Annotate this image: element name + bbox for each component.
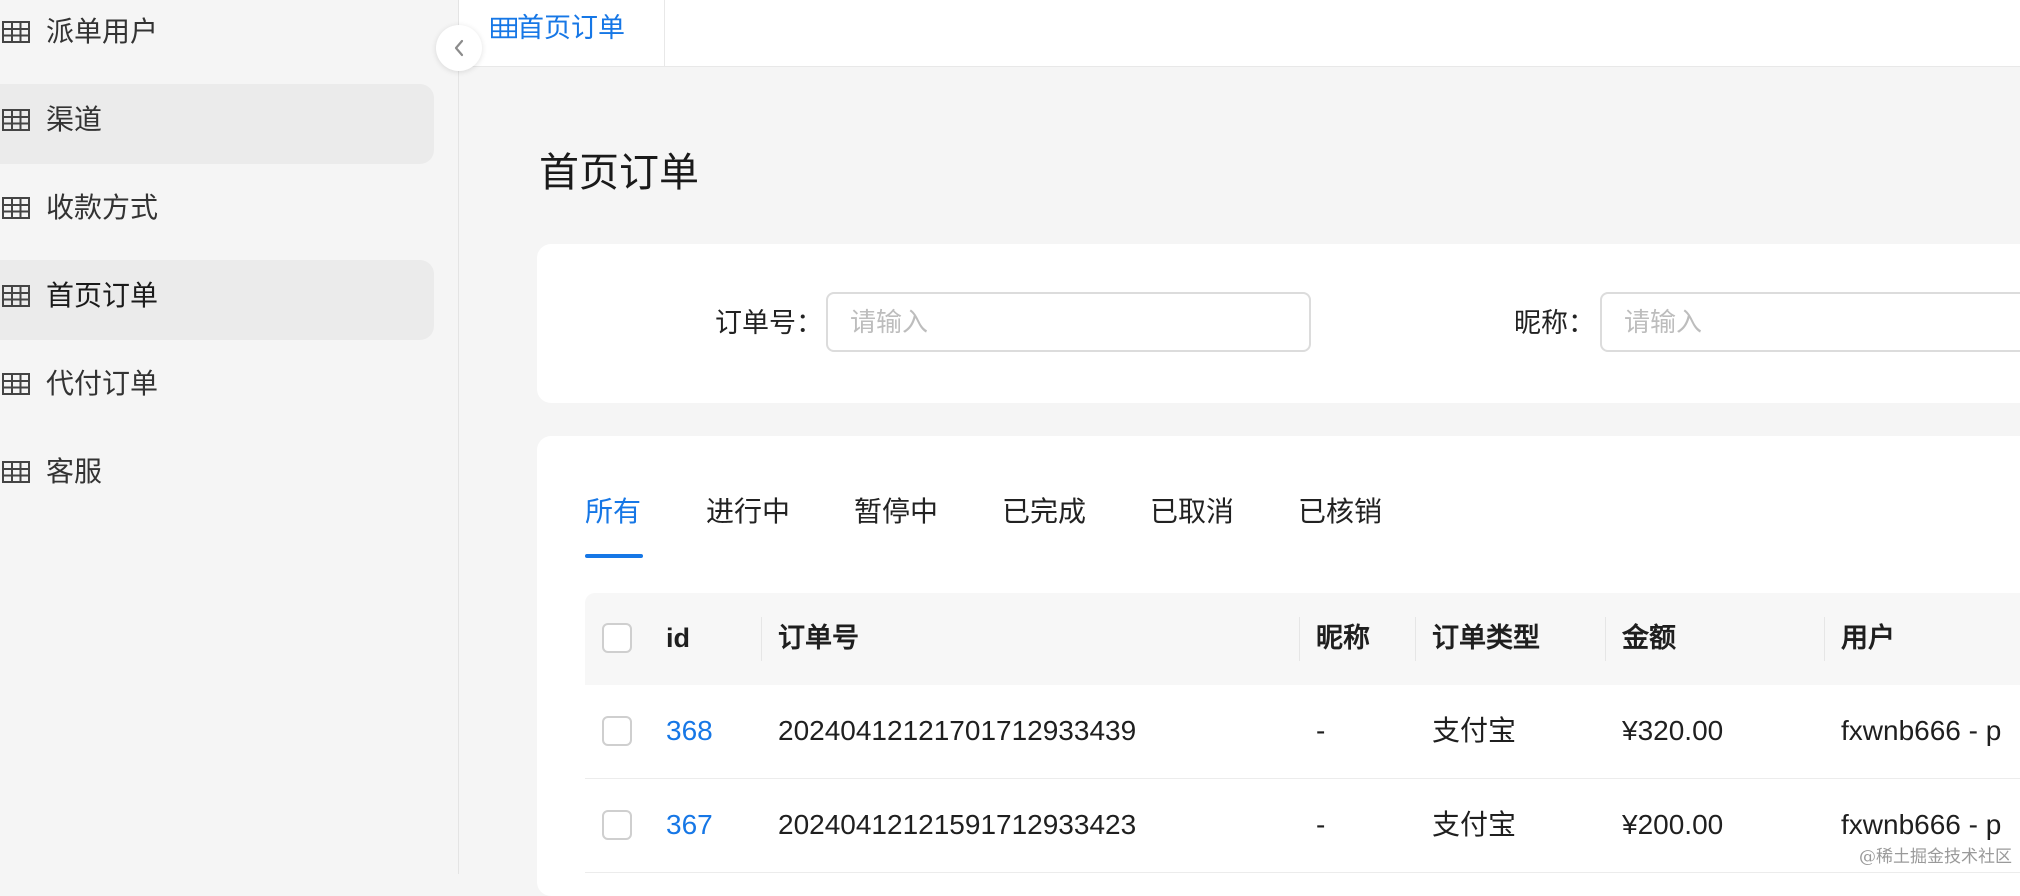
sidebar-item-channels[interactable]: 渠道 <box>0 84 434 164</box>
table-grid-icon <box>2 461 30 483</box>
order-id-link[interactable]: 367 <box>666 808 713 842</box>
filter-panel: 订单号： 昵称： <box>537 244 2020 403</box>
sidebar-item-home-orders[interactable]: 首页订单 <box>0 260 434 340</box>
order-id-link[interactable]: 368 <box>666 714 713 748</box>
sidebar-item-payout-orders[interactable]: 代付订单 <box>0 348 434 428</box>
order-no-cell: 20240412121591712933423 <box>778 809 1137 840</box>
order-type-cell: 支付宝 <box>1432 809 1517 840</box>
amount-cell: ¥200.00 <box>1622 809 1724 840</box>
column-divider <box>1605 617 1606 661</box>
order-no-cell: 20240412121701712933439 <box>778 715 1137 746</box>
sidebar-item-customer-service[interactable]: 客服 <box>0 436 434 516</box>
nickname-cell: - <box>1316 715 1326 746</box>
status-tab-paused[interactable]: 暂停中 <box>854 494 938 530</box>
order-no-label: 订单号： <box>715 308 823 338</box>
page-title: 首页订单 <box>539 151 699 195</box>
tab-label: 首页订单 <box>517 13 625 43</box>
column-divider <box>1824 617 1825 661</box>
nickname-input[interactable] <box>1600 292 2020 352</box>
column-divider <box>1415 617 1416 661</box>
column-header-id[interactable]: id <box>666 621 690 655</box>
row-checkbox[interactable] <box>602 810 632 840</box>
table-row[interactable]: 368 20240412121701712933439 - 支付宝 ¥320.0… <box>585 685 2020 779</box>
sidebar-collapse-button[interactable] <box>436 25 482 71</box>
column-header-user[interactable]: 用户 <box>1841 621 1895 655</box>
sidebar-item-label: 渠道 <box>46 104 103 135</box>
status-tab-in-progress[interactable]: 进行中 <box>706 494 790 530</box>
table-header: id 订单号 昵称 订单类型 金额 用户 <box>585 593 2020 686</box>
tab-home-orders[interactable]: 首页订单 <box>459 0 665 66</box>
order-type-cell: 支付宝 <box>1432 715 1517 746</box>
table-row[interactable]: 367 20240412121591712933423 - 支付宝 ¥200.0… <box>585 779 2020 873</box>
column-header-order-no[interactable]: 订单号 <box>778 621 859 655</box>
row-checkbox[interactable] <box>602 716 632 746</box>
chevron-left-icon <box>454 39 464 57</box>
column-header-amount[interactable]: 金额 <box>1622 621 1676 655</box>
status-tab-completed[interactable]: 已完成 <box>1002 494 1086 530</box>
column-header-nickname[interactable]: 昵称 <box>1316 621 1370 655</box>
sidebar-item-label: 首页订单 <box>46 280 159 311</box>
order-no-input[interactable] <box>826 292 1311 352</box>
select-all-checkbox[interactable] <box>602 623 632 653</box>
status-tab-all[interactable]: 所有 <box>585 494 641 530</box>
status-tab-cancelled[interactable]: 已取消 <box>1150 494 1234 530</box>
sidebar: 派单用户 渠道 收款方式 首页订单 代付订单 客服 <box>0 0 459 874</box>
sidebar-item-payment-methods[interactable]: 收款方式 <box>0 172 434 252</box>
table-grid-icon <box>2 21 30 43</box>
page-tab-bar: 首页订单 <box>459 0 2020 67</box>
user-cell: fxwnb666 - p <box>1841 715 2002 746</box>
sidebar-item-label: 收款方式 <box>46 192 159 223</box>
table-grid-icon <box>491 17 517 39</box>
sidebar-item-label: 客服 <box>46 456 103 487</box>
sidebar-item-dispatch-users[interactable]: 派单用户 <box>0 0 434 76</box>
status-tab-verified[interactable]: 已核销 <box>1298 494 1382 530</box>
nickname-cell: - <box>1316 809 1326 840</box>
user-cell: fxwnb666 - p <box>1841 809 2002 840</box>
nickname-label: 昵称： <box>1514 308 1595 338</box>
amount-cell: ¥320.00 <box>1622 715 1724 746</box>
table-grid-icon <box>2 285 30 307</box>
table-grid-icon <box>2 373 30 395</box>
sidebar-item-label: 派单用户 <box>46 16 159 47</box>
active-tab-indicator <box>585 554 643 558</box>
sidebar-item-label: 代付订单 <box>46 368 159 399</box>
column-header-order-type[interactable]: 订单类型 <box>1432 621 1540 655</box>
column-divider <box>1299 617 1300 661</box>
column-divider <box>761 617 762 661</box>
watermark: @稀土掘金技术社区 <box>1859 847 2012 867</box>
table-grid-icon <box>2 197 30 219</box>
table-grid-icon <box>2 109 30 131</box>
